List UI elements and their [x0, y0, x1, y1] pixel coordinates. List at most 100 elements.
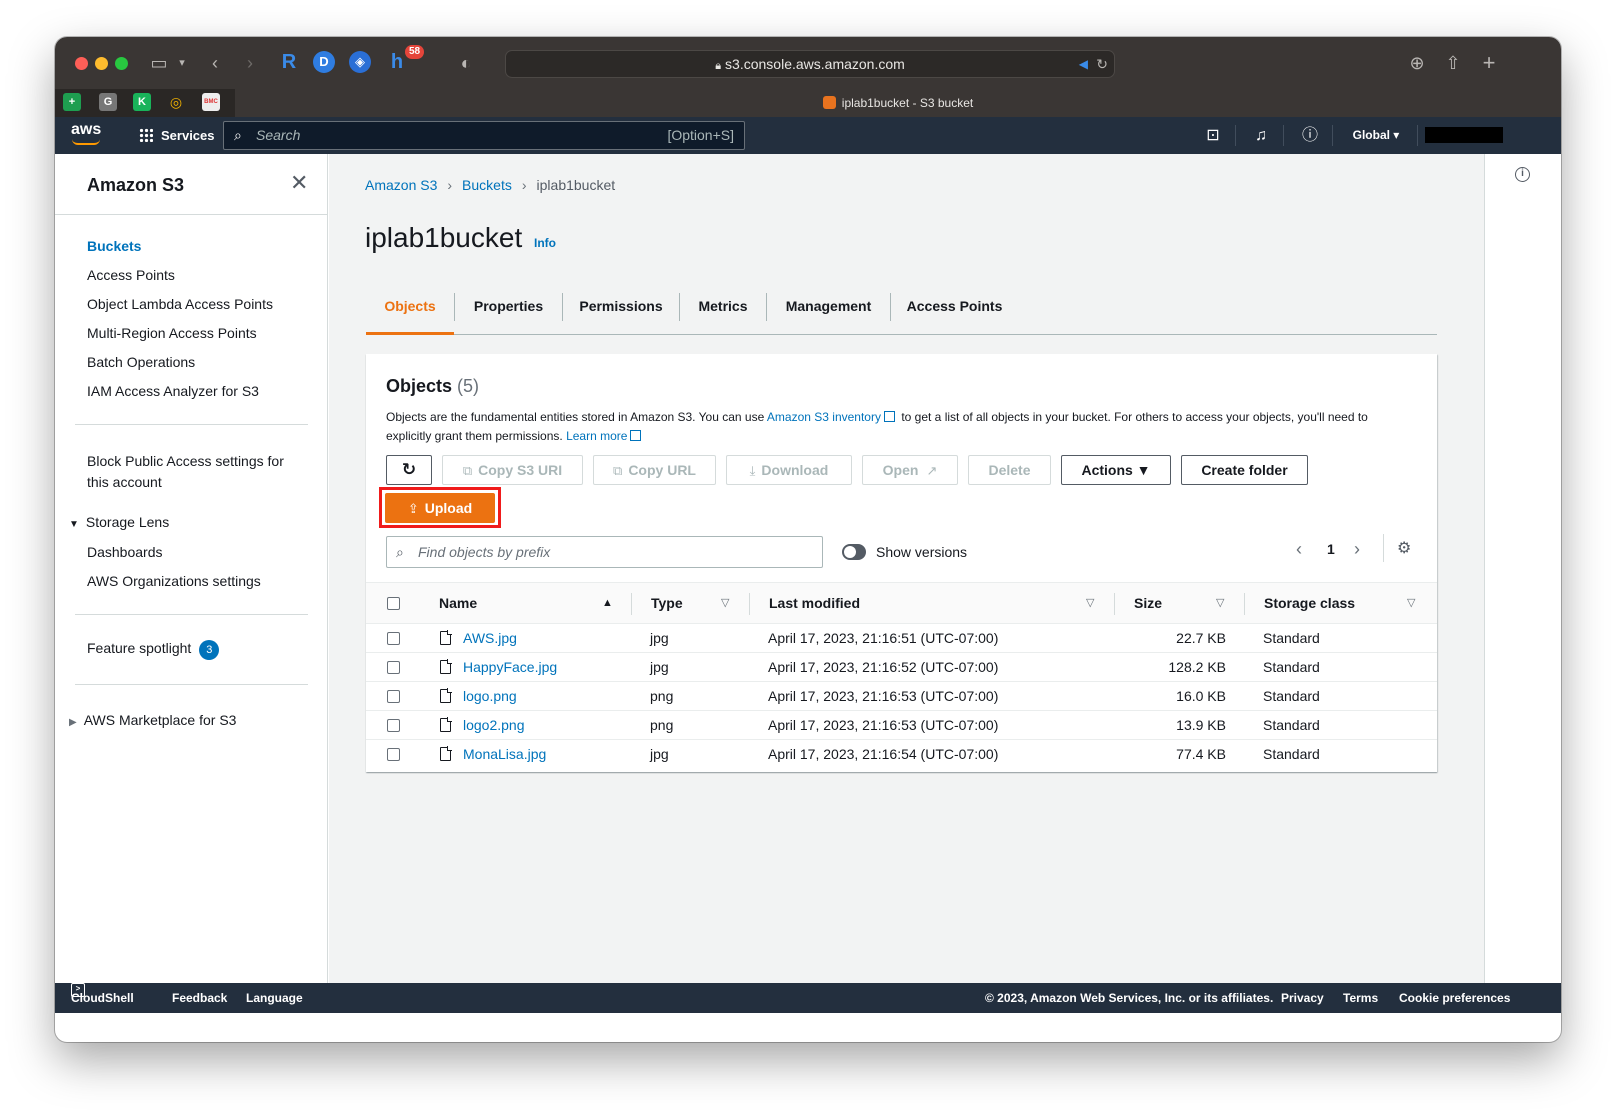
open-button[interactable]: Open ↗: [862, 455, 958, 485]
sidebar-item-access-points[interactable]: Access Points: [87, 267, 175, 283]
column-size[interactable]: Size: [1134, 583, 1162, 624]
object-name-link[interactable]: MonaLisa.jpg: [463, 740, 546, 769]
sort-ascending-icon[interactable]: ▲: [602, 583, 613, 624]
object-name-link[interactable]: HappyFace.jpg: [463, 653, 557, 682]
object-name-link[interactable]: logo2.png: [463, 711, 525, 740]
extension-d-icon[interactable]: D: [313, 51, 335, 73]
breadcrumb-amazon-s3[interactable]: Amazon S3: [365, 177, 437, 193]
active-tab[interactable]: iplab1bucket - S3 bucket: [235, 89, 1561, 117]
tab-access-points[interactable]: Access Points: [891, 289, 1018, 334]
tab-metrics[interactable]: Metrics: [680, 289, 766, 334]
table-row: logo2.png png April 17, 2023, 21:16:53 (…: [366, 711, 1437, 740]
marketplace-section[interactable]: ▶ AWS Marketplace for S3: [69, 712, 236, 728]
row-checkbox[interactable]: [387, 632, 400, 645]
prev-page-icon[interactable]: ‹: [1296, 538, 1302, 560]
copy-url-button[interactable]: ⧉ Copy URL: [593, 455, 716, 485]
download-button[interactable]: ⤓ Download: [726, 455, 852, 485]
object-name-link[interactable]: AWS.jpg: [463, 624, 517, 653]
forward-icon[interactable]: ›: [240, 51, 260, 75]
info-link[interactable]: Info: [534, 236, 556, 250]
page-number[interactable]: 1: [1327, 538, 1335, 560]
show-versions-toggle[interactable]: [842, 544, 866, 560]
row-checkbox[interactable]: [387, 719, 400, 732]
back-icon[interactable]: ‹: [205, 51, 225, 75]
tab-management[interactable]: Management: [767, 289, 890, 334]
feedback-link[interactable]: Feedback: [172, 983, 227, 1013]
sidebar-icon[interactable]: ▭: [147, 51, 171, 75]
share-icon[interactable]: ⇧: [1441, 51, 1465, 75]
divider: [75, 614, 308, 615]
sidebar-item-block-public-access[interactable]: Block Public Access settings for this ac…: [87, 451, 287, 493]
sidebar-item-object-lambda[interactable]: Object Lambda Access Points: [87, 296, 273, 312]
bell-icon[interactable]: ♫: [1248, 117, 1274, 154]
sidebar-item-batch-operations[interactable]: Batch Operations: [87, 354, 195, 370]
tab-properties[interactable]: Properties: [455, 289, 562, 334]
breadcrumb-buckets[interactable]: Buckets: [462, 177, 512, 193]
select-all-checkbox[interactable]: [387, 597, 400, 610]
create-folder-button[interactable]: Create folder: [1181, 455, 1308, 485]
learn-more-link[interactable]: Learn more: [566, 429, 627, 443]
refresh-button[interactable]: ↻: [386, 455, 432, 485]
info-icon[interactable]: i: [1515, 167, 1530, 182]
privacy-link[interactable]: Privacy: [1281, 983, 1324, 1013]
pinned-tab-g[interactable]: G: [99, 93, 117, 111]
sort-icon[interactable]: ▽: [721, 583, 729, 624]
sidebar-item-feature-spotlight[interactable]: Feature spotlight 3: [87, 640, 220, 660]
cookie-preferences-link[interactable]: Cookie preferences: [1399, 983, 1510, 1013]
row-checkbox[interactable]: [387, 748, 400, 761]
sidebar-item-org-settings[interactable]: AWS Organizations settings: [87, 573, 261, 589]
terms-link[interactable]: Terms: [1343, 983, 1378, 1013]
row-checkbox[interactable]: [387, 661, 400, 674]
language-link[interactable]: Language: [246, 983, 303, 1013]
download-icon[interactable]: ⊕: [1405, 51, 1429, 75]
new-tab-icon[interactable]: +: [1477, 51, 1501, 75]
delete-button[interactable]: Delete: [968, 455, 1051, 485]
help-icon[interactable]: ⓘ: [1297, 117, 1323, 154]
pager-divider: [1383, 534, 1384, 562]
tab-objects[interactable]: Objects: [366, 289, 454, 335]
aws-logo[interactable]: aws: [71, 121, 101, 139]
extension-shield-icon[interactable]: ◈: [349, 51, 371, 73]
cloudshell-icon[interactable]: ⊡: [1200, 117, 1226, 154]
sidebar-item-iam-analyzer[interactable]: IAM Access Analyzer for S3: [87, 383, 259, 399]
pinned-tab-location[interactable]: ◎: [167, 93, 185, 111]
pinned-tab-k[interactable]: K: [133, 93, 151, 111]
storage-lens-section[interactable]: ▼ Storage Lens: [69, 514, 169, 530]
column-name[interactable]: Name: [439, 583, 477, 624]
sort-icon[interactable]: ▽: [1407, 583, 1415, 624]
pinned-tab-sheets[interactable]: +: [63, 93, 81, 111]
region-selector[interactable]: Global ▾: [1341, 117, 1411, 154]
zoom-window-button[interactable]: [115, 57, 128, 70]
sidebar-item-buckets[interactable]: Buckets: [87, 238, 141, 254]
sidebar-item-multi-region[interactable]: Multi-Region Access Points: [87, 325, 257, 341]
speaker-icon[interactable]: ◀︎: [1079, 51, 1088, 77]
sort-icon[interactable]: ▽: [1216, 583, 1224, 624]
column-type[interactable]: Type: [651, 583, 683, 624]
services-menu[interactable]: Services: [139, 117, 215, 154]
row-checkbox[interactable]: [387, 690, 400, 703]
shield-icon[interactable]: ◐: [455, 51, 477, 75]
extension-r-icon[interactable]: R: [277, 50, 301, 74]
gear-icon[interactable]: ⚙: [1397, 538, 1411, 560]
close-icon[interactable]: ✕: [290, 170, 308, 196]
next-page-icon[interactable]: ›: [1354, 538, 1360, 560]
sort-icon[interactable]: ▽: [1086, 583, 1094, 624]
column-storage-class[interactable]: Storage class: [1264, 583, 1355, 624]
actions-dropdown[interactable]: Actions ▼: [1061, 455, 1171, 485]
sidebar-item-dashboards[interactable]: Dashboards: [87, 544, 163, 560]
upload-button[interactable]: ⇪ Upload: [385, 493, 495, 523]
column-last-modified[interactable]: Last modified: [769, 583, 860, 624]
copy-s3-uri-button[interactable]: ⧉ Copy S3 URI: [442, 455, 583, 485]
chevron-down-icon[interactable]: ▾: [175, 51, 189, 75]
search-input[interactable]: ⌕ Search [Option+S]: [223, 121, 745, 150]
close-window-button[interactable]: [75, 57, 88, 70]
tab-permissions[interactable]: Permissions: [563, 289, 679, 334]
object-name-link[interactable]: logo.png: [463, 682, 517, 711]
address-bar[interactable]: 🔒︎ s3.console.aws.amazon.com ◀︎ ↻: [505, 50, 1115, 78]
account-menu-redacted[interactable]: [1425, 127, 1503, 143]
find-objects-input[interactable]: ⌕ Find objects by prefix: [386, 536, 823, 568]
reload-icon[interactable]: ↻: [1096, 51, 1108, 77]
minimize-window-button[interactable]: [95, 57, 108, 70]
inventory-link[interactable]: Amazon S3 inventory: [767, 410, 881, 424]
pinned-tab-bmc[interactable]: BMC: [202, 93, 220, 111]
